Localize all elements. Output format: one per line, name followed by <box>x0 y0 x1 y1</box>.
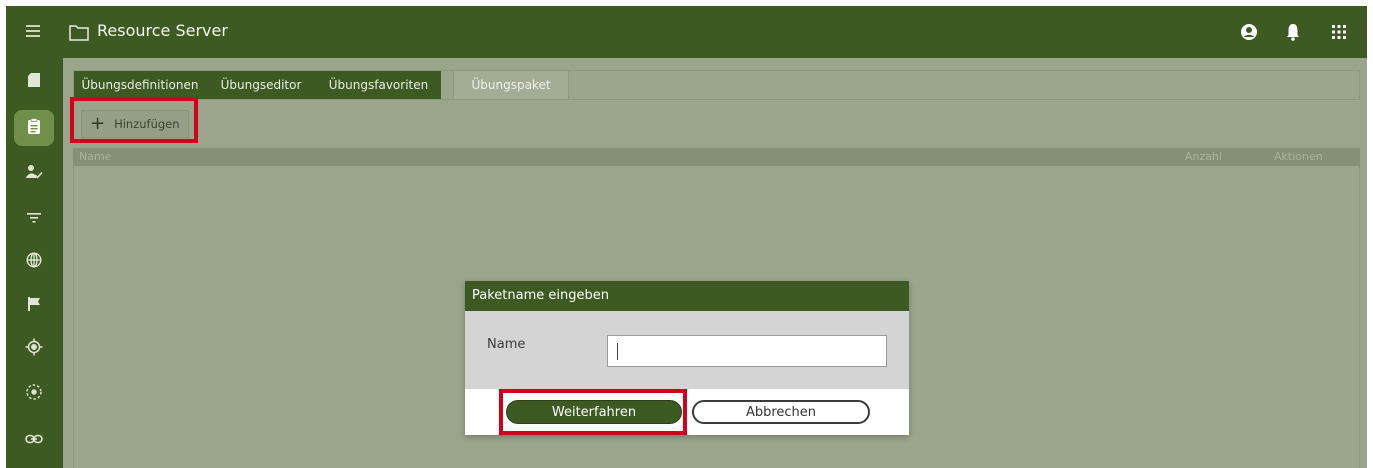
filter-icon <box>27 209 41 228</box>
text-cursor <box>617 343 618 360</box>
highlight-add-button <box>70 97 198 143</box>
dialog-body: Name <box>465 311 909 389</box>
sidebar-item-flag[interactable] <box>14 287 54 323</box>
person-check-icon <box>25 164 43 184</box>
globe-icon <box>26 252 42 272</box>
bell-icon[interactable] <box>1282 21 1304 43</box>
name-field-label: Name <box>487 337 526 352</box>
clipboard-icon <box>27 117 41 139</box>
sidebar <box>6 58 63 468</box>
sidebar-item-person-check[interactable] <box>14 156 54 192</box>
account-icon[interactable] <box>1238 21 1260 43</box>
dashed-target-icon <box>25 383 43 405</box>
menu-icon[interactable] <box>26 25 40 39</box>
table-header: Name Anzahl Aktionen <box>73 148 1360 166</box>
tab-uebungsdefinitionen[interactable]: Übungsdefinitionen <box>74 71 206 99</box>
app-title: Resource Server <box>97 21 228 40</box>
sidebar-item-sd-card[interactable] <box>14 64 54 100</box>
sidebar-item-target[interactable] <box>14 331 54 367</box>
folder-icon <box>69 23 89 45</box>
tab-uebungspaket[interactable]: Übungspaket <box>453 71 569 99</box>
link-icon <box>25 429 43 448</box>
highlight-continue-button <box>499 389 687 435</box>
column-anzahl[interactable]: Anzahl <box>1185 150 1222 163</box>
sidebar-item-clipboard[interactable] <box>14 110 54 146</box>
target-icon <box>25 338 43 360</box>
sidebar-item-globe[interactable] <box>14 244 54 280</box>
dialog-title: Paketname eingeben <box>465 281 909 311</box>
apps-grid-icon[interactable] <box>1328 21 1350 43</box>
tab-bar: Übungsdefinitionen Übungseditor Übungsfa… <box>73 70 1360 100</box>
cancel-button[interactable]: Abbrechen <box>692 400 870 424</box>
sidebar-item-link[interactable] <box>14 420 54 456</box>
sd-card-icon <box>27 72 41 92</box>
tab-uebungsfavoriten[interactable]: Übungsfavoriten <box>316 71 441 99</box>
column-name[interactable]: Name <box>79 150 111 163</box>
sidebar-item-dashed-target[interactable] <box>14 376 54 412</box>
column-aktionen: Aktionen <box>1274 150 1323 163</box>
package-name-input[interactable] <box>607 335 887 367</box>
sidebar-item-filter[interactable] <box>14 200 54 236</box>
top-bar: Resource Server <box>6 6 1367 58</box>
tab-uebungseditor[interactable]: Übungseditor <box>206 71 316 99</box>
flag-icon <box>27 296 41 315</box>
